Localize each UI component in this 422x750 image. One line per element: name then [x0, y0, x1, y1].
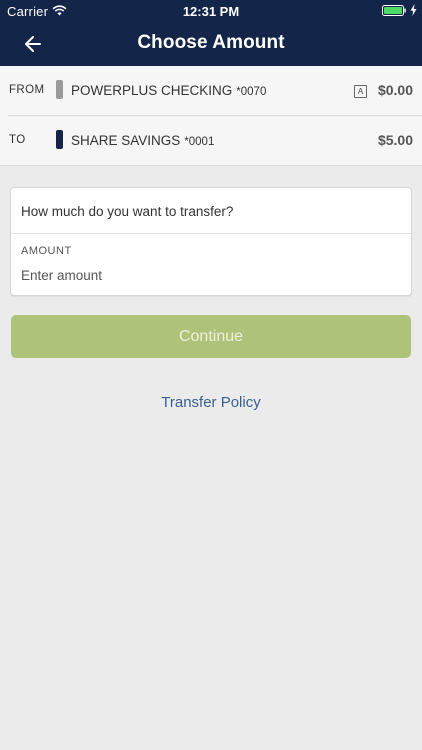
status-bar: Carrier 12:31 PM — [0, 0, 422, 22]
available-badge-icon: A — [354, 85, 367, 98]
charging-bolt-icon — [410, 4, 417, 16]
from-label: FROM — [9, 84, 45, 96]
from-account-marker — [56, 80, 63, 99]
to-account-marker — [56, 130, 63, 149]
continue-button[interactable]: Continue — [11, 315, 411, 358]
card-divider — [11, 233, 411, 234]
transfer-accounts: FROM POWERPLUS CHECKING *0070 A $0.00 TO … — [0, 66, 422, 166]
to-account-name: SHARE SAVINGS *0001 — [71, 133, 214, 148]
from-account-row[interactable]: FROM POWERPLUS CHECKING *0070 A $0.00 — [0, 66, 422, 115]
to-account-row[interactable]: TO SHARE SAVINGS *0001 $5.00 — [0, 116, 422, 165]
status-time: 12:31 PM — [182, 4, 240, 19]
from-account-balance: $0.00 — [377, 82, 413, 98]
to-account-name-text: SHARE SAVINGS — [71, 133, 181, 148]
from-account-name-text: POWERPLUS CHECKING — [71, 83, 233, 98]
amount-card: How much do you want to transfer? AMOUNT — [10, 187, 412, 296]
to-label: TO — [9, 134, 26, 146]
battery-icon — [382, 5, 406, 16]
transfer-policy-link[interactable]: Transfer Policy — [0, 394, 422, 411]
app-header: Carrier 12:31 PM Choose Amount — [0, 0, 422, 66]
amount-question: How much do you want to transfer? — [21, 204, 234, 219]
amount-label: AMOUNT — [21, 245, 72, 257]
to-account-balance: $5.00 — [377, 132, 413, 148]
to-account-number: *0001 — [184, 136, 215, 148]
from-account-number: *0070 — [236, 86, 267, 98]
navigation-bar: Choose Amount — [0, 22, 422, 66]
from-account-name: POWERPLUS CHECKING *0070 — [71, 83, 266, 98]
amount-input[interactable] — [21, 265, 391, 285]
page-title: Choose Amount — [137, 32, 285, 53]
